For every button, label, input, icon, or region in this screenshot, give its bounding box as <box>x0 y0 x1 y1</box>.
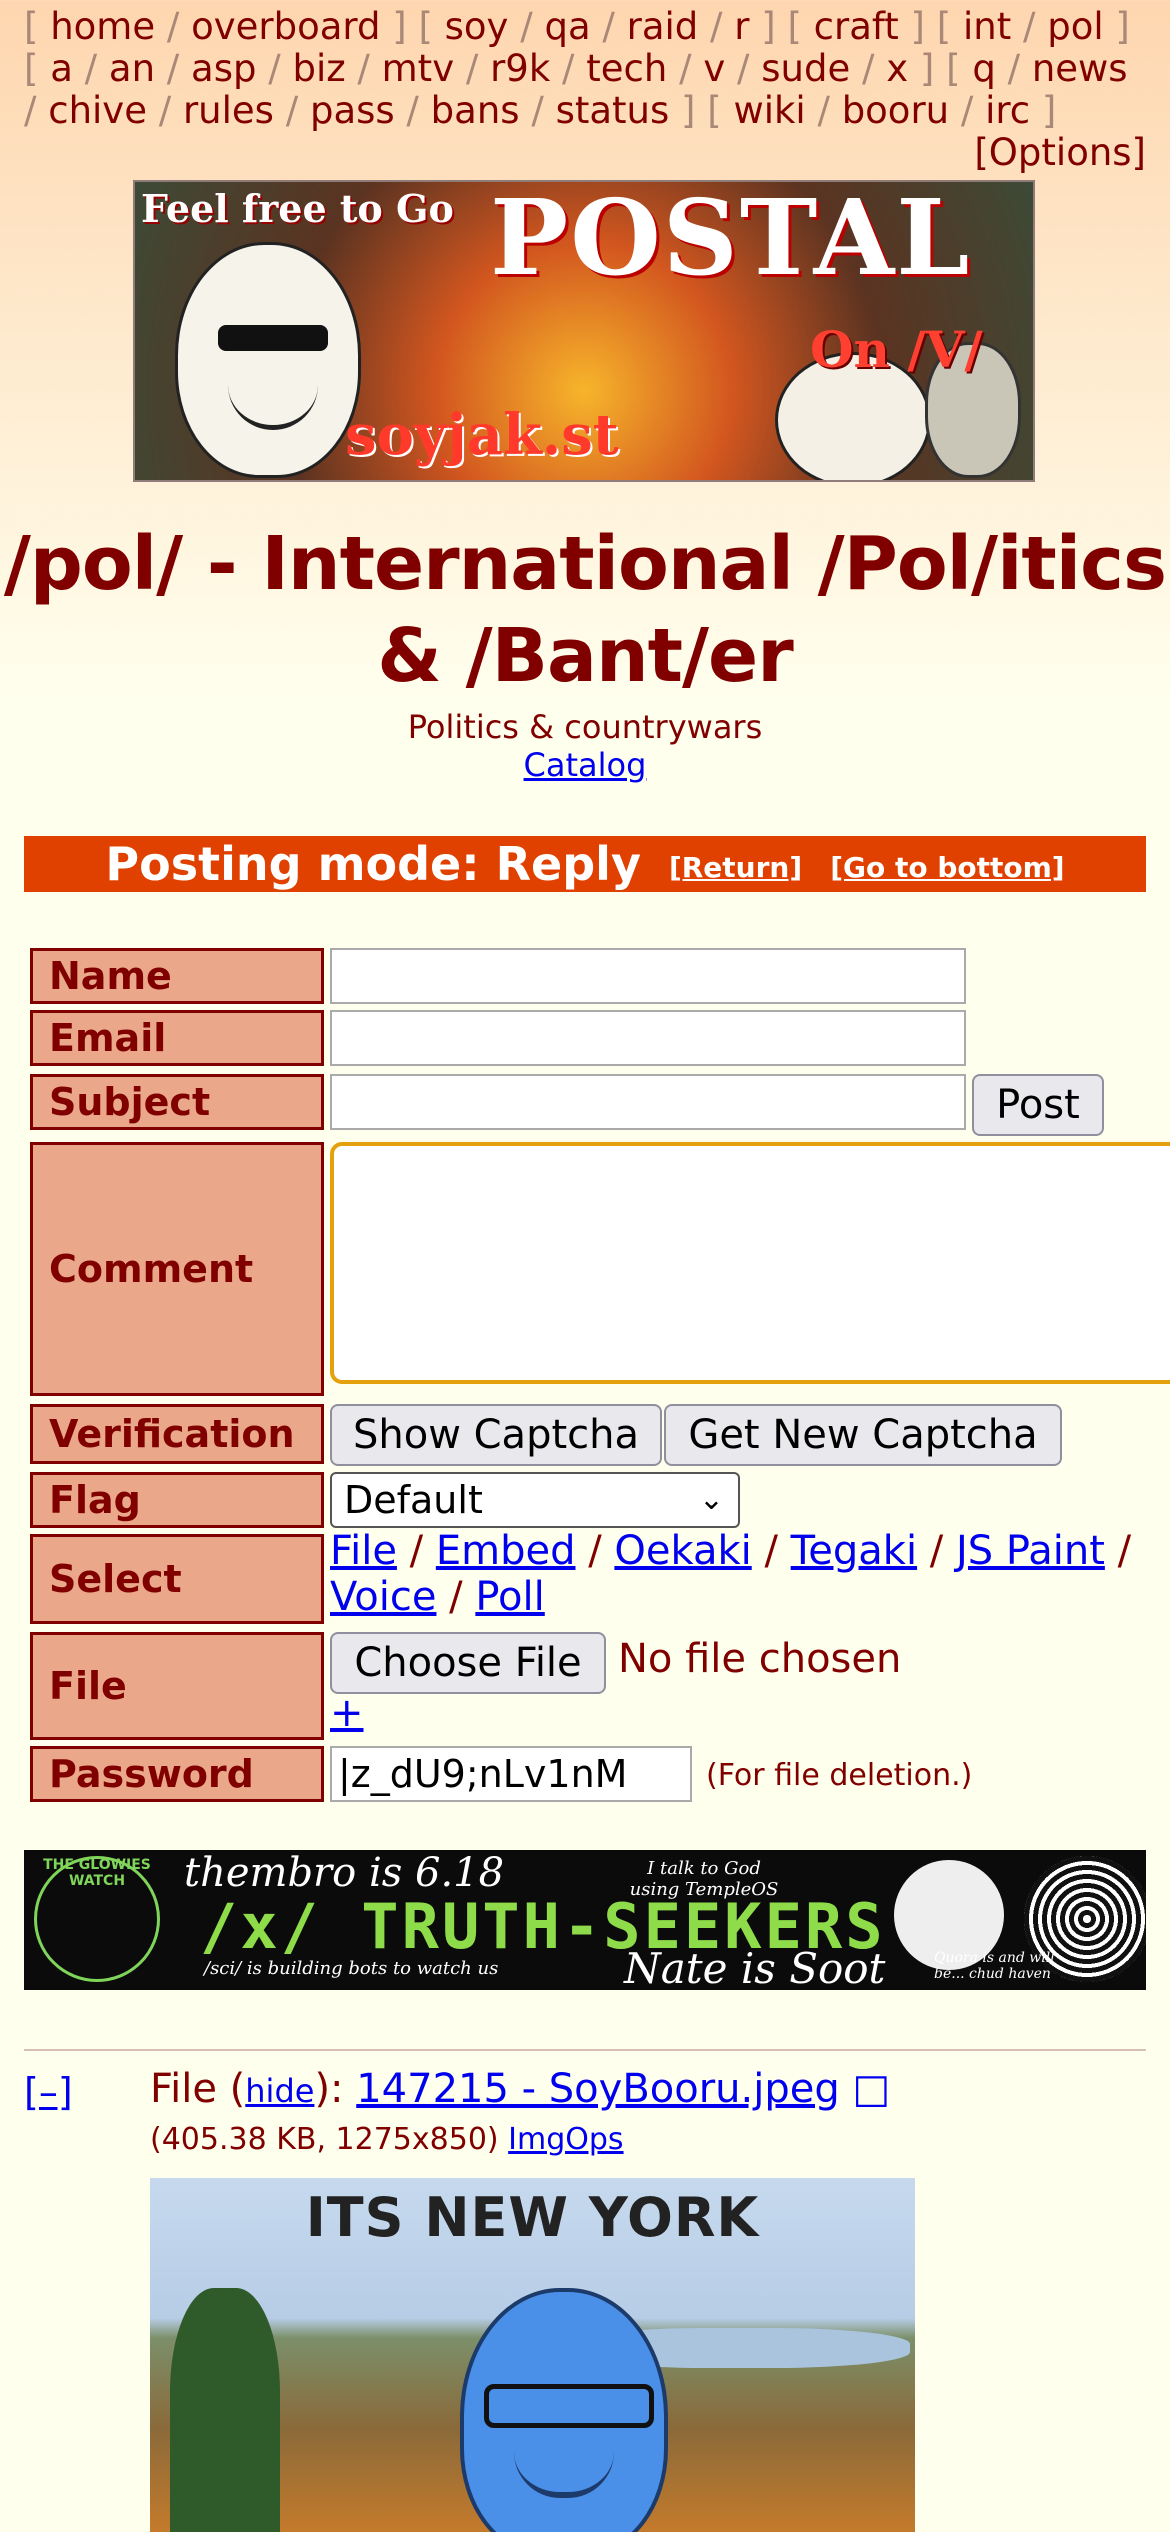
nav-link-v[interactable]: v <box>703 47 725 90</box>
select-option-file[interactable]: File <box>330 1528 397 1574</box>
image-caption: ITS NEW YORK <box>305 2186 760 2249</box>
nav-link-mtv[interactable]: mtv <box>382 47 454 90</box>
ad-text-bottom-left: /sci/ is building bots to watch us <box>204 1958 499 1979</box>
select-option-poll[interactable]: Poll <box>475 1574 544 1620</box>
file-meta: (405.38 KB, 1275x850) ImgOps <box>150 2122 624 2157</box>
post-divider <box>24 2049 1146 2051</box>
verification-label: Verification <box>30 1404 324 1464</box>
board-link-list: [ home / overboard ] [ soy / qa / raid /… <box>24 5 1130 132</box>
nav-link-chive[interactable]: chive <box>48 89 147 132</box>
nav-link-an[interactable]: an <box>109 47 155 90</box>
nav-link-craft[interactable]: craft <box>814 5 899 48</box>
nav-link-asp[interactable]: asp <box>191 47 256 90</box>
external-link-icon[interactable]: □ <box>852 2066 890 2112</box>
glowies-badge: THE GLOWIES WATCH <box>34 1856 160 1982</box>
board-subtitle: Politics & countrywars <box>407 708 763 746</box>
flag-label: Flag <box>30 1472 324 1528</box>
nav-link-r9k[interactable]: r9k <box>490 47 550 90</box>
nav-link-a[interactable]: a <box>50 47 73 90</box>
password-note: (For file deletion.) <box>706 1758 973 1793</box>
nav-link-r[interactable]: r <box>734 5 749 48</box>
select-option-voice[interactable]: Voice <box>330 1574 436 1620</box>
comment-textarea[interactable] <box>330 1142 1170 1384</box>
file-name-link[interactable]: 147215 - SoyBooru.jpeg <box>356 2066 840 2112</box>
posting-mode-label: Posting mode: Reply <box>105 837 641 891</box>
name-label: Name <box>30 948 324 1004</box>
select-option-js-paint[interactable]: JS Paint <box>956 1528 1105 1574</box>
no-file-chosen-text: No file chosen <box>618 1636 902 1682</box>
choose-file-button[interactable]: Choose File <box>330 1632 606 1694</box>
select-label: Select <box>30 1534 324 1624</box>
nav-link-irc[interactable]: irc <box>985 89 1030 132</box>
collapse-post-link[interactable]: [–] <box>24 2070 73 2114</box>
nav-link-tech[interactable]: tech <box>586 47 667 90</box>
banner-text-site: soyjak.st <box>345 402 619 468</box>
banner-text-board: On /V/ <box>810 320 983 379</box>
subject-field[interactable] <box>330 1074 966 1130</box>
file-info-prefix: File ( <box>150 2066 246 2112</box>
password-label: Password <box>30 1746 324 1802</box>
nav-link-pass[interactable]: pass <box>310 89 395 132</box>
file-meta-text: (405.38 KB, 1275x850) <box>150 2122 499 2157</box>
ad-banner[interactable]: THE GLOWIES WATCH thembro is 6.18 /x/ TR… <box>24 1850 1146 1990</box>
nav-link-soy[interactable]: soy <box>445 5 509 48</box>
nav-link-booru[interactable]: booru <box>842 89 949 132</box>
soyjak-face-graphic <box>175 242 361 478</box>
options-link[interactable]: [Options] <box>974 131 1146 174</box>
nav-link-wiki[interactable]: wiki <box>733 89 805 132</box>
show-captcha-button[interactable]: Show Captcha <box>330 1404 662 1466</box>
nav-link-bans[interactable]: bans <box>431 89 520 132</box>
file-info: File (hide): 147215 - SoyBooru.jpeg □ <box>150 2066 890 2112</box>
add-file-link[interactable]: + <box>330 1690 364 1736</box>
file-info-mid: ): <box>314 2066 357 2112</box>
chevron-down-icon: ⌄ <box>698 1482 724 1517</box>
catalog-link[interactable]: Catalog <box>524 746 647 784</box>
new-captcha-button[interactable]: Get New Captcha <box>664 1404 1062 1466</box>
password-field[interactable] <box>330 1746 692 1802</box>
file-label: File <box>30 1632 324 1740</box>
nav-link-home[interactable]: home <box>50 5 155 48</box>
nav-link-raid[interactable]: raid <box>627 5 699 48</box>
email-label: Email <box>30 1010 324 1066</box>
board-banner-image[interactable]: Feel free to Go POSTAL On /V/ soyjak.st <box>133 180 1035 482</box>
flag-select-value: Default <box>344 1478 483 1522</box>
ad-text-top-right: I talk to God using TempleOS <box>629 1858 779 1900</box>
nav-link-qa[interactable]: qa <box>544 5 590 48</box>
name-field[interactable] <box>330 948 966 1004</box>
nav-link-sude[interactable]: sude <box>761 47 850 90</box>
hide-file-link[interactable]: hide <box>245 2072 314 2110</box>
blue-soyjak-graphic <box>460 2288 668 2532</box>
post-button[interactable]: Post <box>972 1074 1104 1136</box>
board-title: /pol/ - International /Pol/itics & /Bant… <box>3 521 1167 699</box>
board-navigation: [ home / overboard ] [ soy / qa / raid /… <box>24 6 1146 174</box>
nav-link-int[interactable]: int <box>963 5 1011 48</box>
select-option-oekaki[interactable]: Oekaki <box>614 1528 751 1574</box>
comment-label: Comment <box>30 1142 324 1396</box>
select-option-tegaki[interactable]: Tegaki <box>791 1528 917 1574</box>
nav-link-pol[interactable]: pol <box>1047 5 1103 48</box>
return-link[interactable]: [Return] <box>669 851 802 884</box>
nav-link-x[interactable]: x <box>886 47 908 90</box>
post-image-thumbnail[interactable]: ITS NEW YORK <box>150 2178 915 2532</box>
imgops-link[interactable]: ImgOps <box>508 2122 623 2157</box>
ad-text-corner: Quora is and will be... chud haven <box>934 1950 1055 1982</box>
nav-link-status[interactable]: status <box>556 89 670 132</box>
nav-link-q[interactable]: q <box>972 47 996 90</box>
attachment-type-selector: File / Embed / Oekaki / Tegaki / JS Pain… <box>330 1528 1132 1620</box>
banner-text-postal: POSTAL <box>490 180 972 299</box>
nav-link-news[interactable]: news <box>1032 47 1128 90</box>
nav-link-overboard[interactable]: overboard <box>191 5 380 48</box>
nav-link-biz[interactable]: biz <box>292 47 345 90</box>
go-to-bottom-link[interactable]: [Go to bottom] <box>830 851 1064 884</box>
posting-mode-bar: Posting mode: Reply [Return] [Go to bott… <box>24 836 1146 892</box>
banner-text-tagline: Feel free to Go <box>141 186 454 231</box>
flag-select[interactable]: Default ⌄ <box>330 1472 740 1528</box>
ad-text-bottom-right: Nate is Soot <box>624 1944 886 1990</box>
subject-label: Subject <box>30 1074 324 1130</box>
select-option-embed[interactable]: Embed <box>436 1528 576 1574</box>
email-field[interactable] <box>330 1010 966 1066</box>
nav-link-rules[interactable]: rules <box>183 89 274 132</box>
